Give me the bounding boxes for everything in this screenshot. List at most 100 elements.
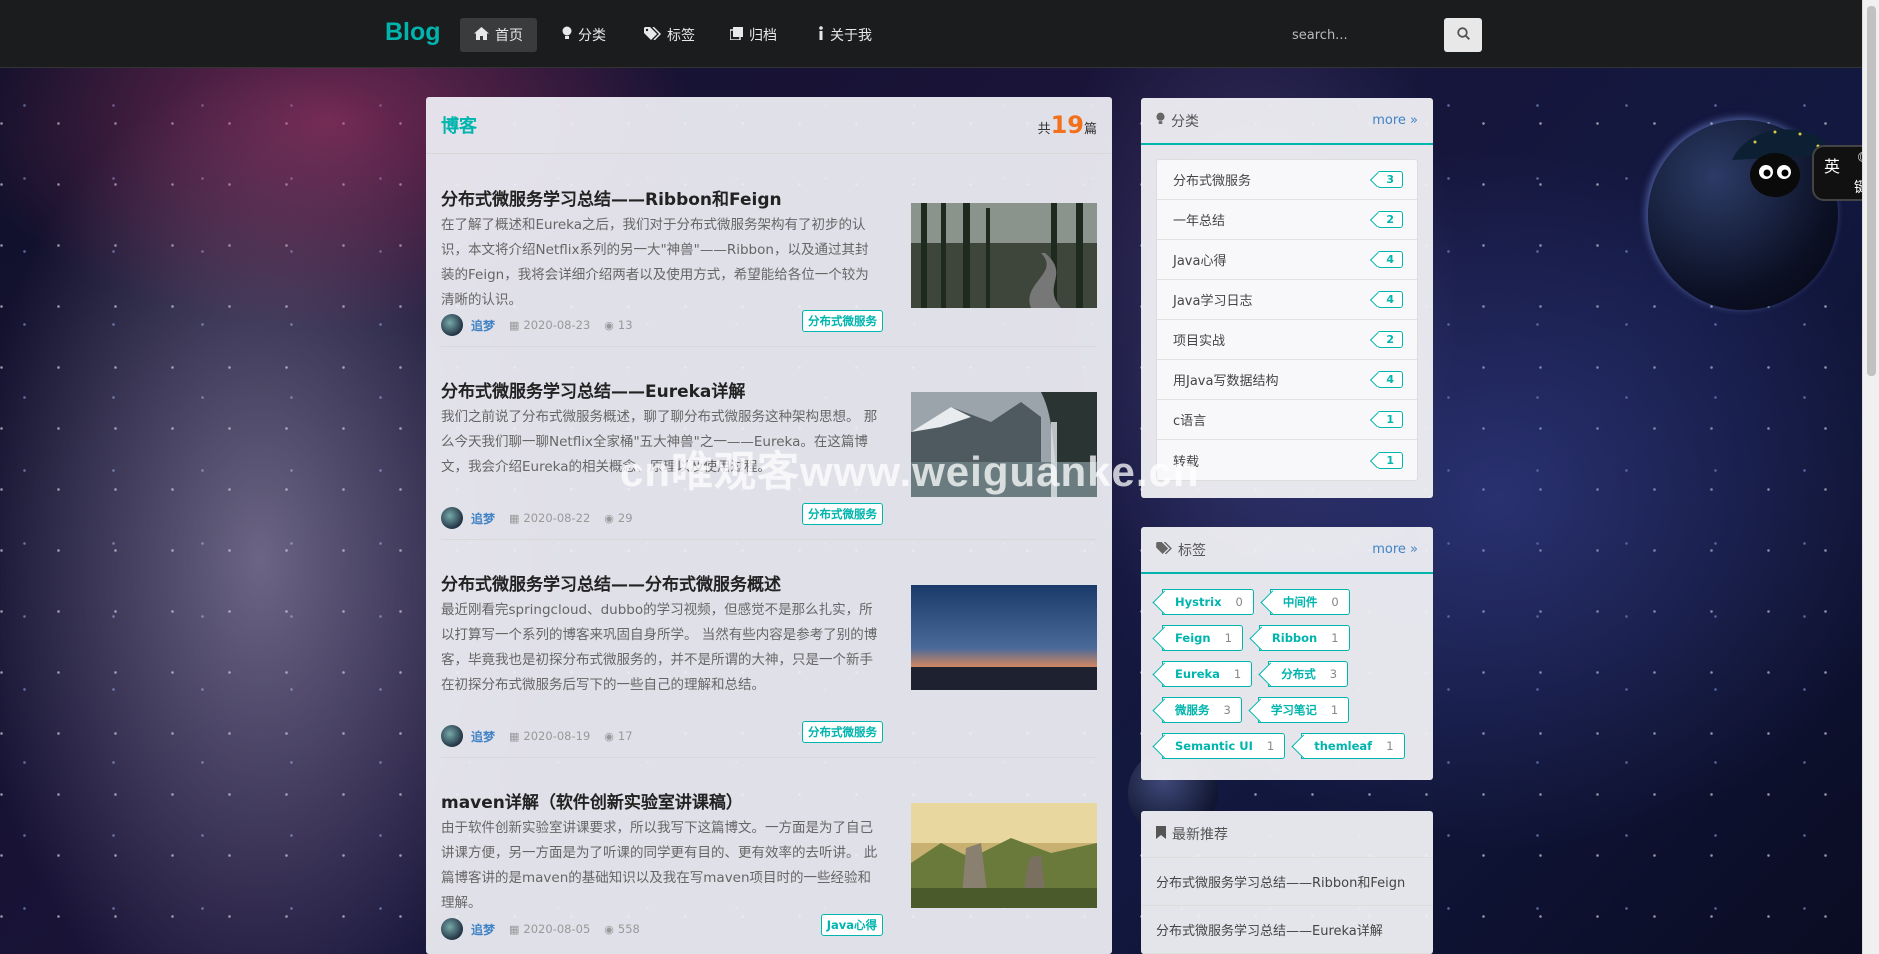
post-title[interactable]: 分布式微服务学习总结——Eureka详解	[441, 377, 745, 402]
scrollbar-thumb[interactable]	[1867, 6, 1876, 376]
tag-count: 1	[1233, 667, 1242, 681]
category-item[interactable]: 项目实战 2	[1157, 320, 1417, 360]
category-count: 2	[1377, 211, 1403, 228]
tag-name: Feign	[1175, 631, 1211, 645]
tag-chip[interactable]: 中间件 0	[1269, 589, 1350, 615]
nav-tags[interactable]: 标签	[630, 18, 709, 52]
tag-chip[interactable]: 学习笔记 1	[1257, 697, 1350, 723]
tags-icon	[1156, 541, 1172, 558]
post-title[interactable]: 分布式微服务学习总结——分布式微服务概述	[441, 570, 781, 595]
tags-header: 标签 more »	[1141, 527, 1433, 574]
recommend-item[interactable]: 分布式微服务学习总结——Eureka详解	[1141, 906, 1433, 954]
category-name: Java心得	[1173, 254, 1227, 269]
post-title[interactable]: maven详解（软件创新实验室讲课稿）	[441, 788, 743, 813]
page-scrollbar[interactable]	[1862, 0, 1879, 954]
post-category-label[interactable]: 分布式微服务	[802, 721, 883, 743]
tag-chip[interactable]: themleaf 1	[1301, 733, 1405, 759]
tags-more-link[interactable]: more »	[1372, 542, 1418, 557]
tag-chip[interactable]: Feign 1	[1162, 625, 1243, 651]
category-item[interactable]: 转载 1	[1157, 440, 1417, 480]
category-count: 1	[1377, 451, 1403, 469]
post-summary: 在了解了概述和Eureka之后，我们对于分布式微服务架构有了初步的认识，本文将介…	[441, 217, 869, 308]
post-category-label[interactable]: 分布式微服务	[802, 503, 883, 525]
eye-icon: ◉	[604, 318, 614, 332]
post-title[interactable]: 分布式微服务学习总结——Ribbon和Feign	[441, 185, 782, 210]
blog-list-title: 博客	[441, 116, 477, 137]
post-item[interactable]: 分布式微服务学习总结——分布式微服务概述 最近刚看完springcloud、du…	[441, 540, 1097, 758]
tag-chip[interactable]: Hystrix 0	[1162, 589, 1254, 615]
tag-chip[interactable]: 微服务 3	[1162, 697, 1242, 723]
tag-count: 1	[1330, 703, 1339, 717]
category-item[interactable]: Java心得 4	[1157, 240, 1417, 280]
recommend-item[interactable]: 分布式微服务学习总结——Ribbon和Feign	[1141, 858, 1433, 906]
post-count-number: 19	[1050, 111, 1084, 139]
post-thumbnail-fjord-waterfall[interactable]	[911, 392, 1097, 497]
nav-about-label: 关于我	[830, 28, 872, 44]
categories-more-link[interactable]: more »	[1372, 113, 1418, 128]
tag-count: 1	[1386, 739, 1394, 753]
post-category-label[interactable]: 分布式微服务	[802, 310, 883, 332]
category-item[interactable]: 用Java写数据结构 4	[1157, 360, 1417, 400]
nav-home[interactable]: 首页	[460, 18, 537, 52]
post-thumbnail-forest-road[interactable]	[911, 203, 1097, 308]
post-summary: 最近刚看完springcloud、dubbo的学习视频，但感觉不是那么扎实，所以…	[441, 602, 878, 693]
tag-chip[interactable]: Semantic UI 1	[1162, 733, 1286, 759]
post-thumbnail-sea-sunset[interactable]	[911, 585, 1097, 690]
category-item[interactable]: c语言 1	[1157, 400, 1417, 440]
post-date: 2020-08-05	[523, 922, 591, 936]
category-count: 3	[1377, 171, 1403, 188]
search-button[interactable]	[1444, 18, 1482, 52]
category-item[interactable]: 一年总结 2	[1157, 200, 1417, 240]
tag-count: 0	[1331, 595, 1339, 609]
nav-tags-label: 标签	[667, 28, 695, 44]
post-meta: 追梦 ▦ 2020-08-19 ◉ 17	[441, 725, 633, 747]
brand-logo[interactable]: Blog	[385, 18, 441, 47]
more-label: more	[1372, 113, 1406, 128]
post-author[interactable]: 追梦	[471, 510, 495, 527]
nav-archive[interactable]: 归档	[716, 18, 791, 52]
post-date: 2020-08-22	[523, 511, 591, 525]
tag-chip[interactable]: Ribbon 1	[1258, 625, 1350, 651]
calendar-icon: ▦	[509, 922, 520, 936]
search-input[interactable]	[1280, 18, 1444, 52]
post-item[interactable]: maven详解（软件创新实验室讲课稿） 由于软件创新实验室讲课要求，所以我写下这…	[441, 758, 1097, 954]
post-summary: 由于软件创新实验室讲课要求，所以我写下这篇博文。一方面是为了自己讲课方便，另一方…	[441, 820, 878, 911]
post-count-suffix: 篇	[1083, 122, 1097, 137]
post-meta: 追梦 ▦ 2020-08-23 ◉ 13	[441, 314, 633, 336]
idea-icon	[1156, 112, 1165, 129]
post-thumbnail-rock-landscape[interactable]	[911, 803, 1097, 908]
category-name: 转载	[1173, 454, 1200, 470]
home-icon	[474, 26, 489, 44]
tag-name: 微服务	[1175, 703, 1210, 717]
post-author[interactable]: 追梦	[471, 728, 495, 745]
tags-icon	[644, 25, 662, 44]
tag-count: 1	[1224, 631, 1232, 645]
post-category-label[interactable]: Java心得	[820, 914, 883, 936]
avatar	[441, 725, 463, 747]
double-chevron-right-icon: »	[1410, 113, 1418, 128]
category-name: 项目实战	[1173, 334, 1226, 349]
post-author[interactable]: 追梦	[471, 317, 495, 334]
post-item[interactable]: 分布式微服务学习总结——Eureka详解 我们之前说了分布式微服务概述，聊了聊分…	[441, 347, 1097, 540]
eye-icon: ◉	[604, 511, 614, 525]
post-author[interactable]: 追梦	[471, 921, 495, 938]
category-item[interactable]: 分布式微服务 3	[1157, 160, 1417, 200]
post-date: 2020-08-19	[523, 729, 591, 743]
category-item[interactable]: Java学习日志 4	[1157, 280, 1417, 320]
nav-about[interactable]: 关于我	[804, 18, 886, 52]
calendar-icon: ▦	[509, 511, 520, 525]
category-name: 分布式微服务	[1173, 174, 1252, 189]
tag-chip[interactable]: Eureka 1	[1162, 661, 1253, 687]
category-name: c语言	[1173, 414, 1207, 429]
category-list: 分布式微服务 3 一年总结 2 Java心得 4 Java学习日志 4 项目实战 2 用J…	[1156, 159, 1418, 481]
category-count: 4	[1377, 251, 1403, 268]
tag-chip[interactable]: 分布式 3	[1268, 661, 1349, 687]
idea-icon	[562, 26, 572, 44]
post-item[interactable]: 分布式微服务学习总结——Ribbon和Feign 在了解了概述和Eureka之后…	[441, 185, 1097, 347]
post-count: 共19篇	[1038, 111, 1097, 139]
info-icon	[818, 26, 824, 44]
post-summary: 我们之前说了分布式微服务概述，聊了聊分布式微服务这种架构思想。 那么今天我们聊一…	[441, 409, 878, 475]
category-name: Java学习日志	[1173, 294, 1253, 309]
tag-count: 1	[1331, 631, 1339, 645]
nav-categories[interactable]: 分类	[548, 18, 620, 52]
